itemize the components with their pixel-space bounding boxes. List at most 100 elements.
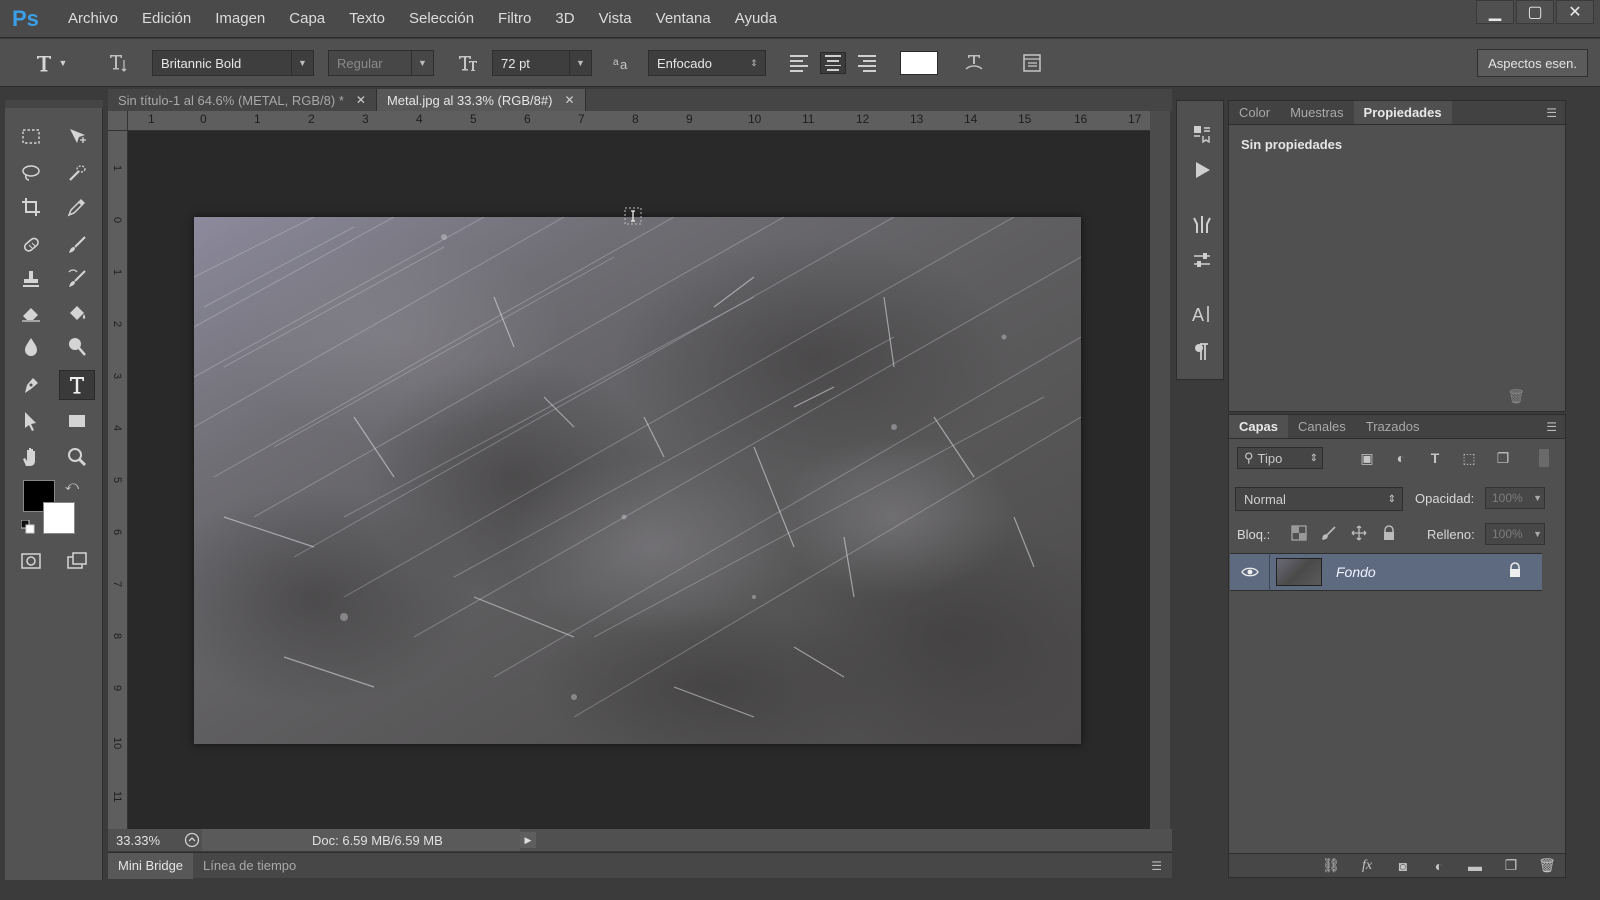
menu-texto[interactable]: Texto xyxy=(337,0,397,38)
hand-tool-icon[interactable] xyxy=(13,442,49,472)
lock-all-icon[interactable] xyxy=(1381,525,1399,543)
fill-input[interactable]: 100% ▼ xyxy=(1485,523,1545,545)
actions-panel-icon[interactable] xyxy=(1189,157,1215,183)
eraser-tool-icon[interactable] xyxy=(13,298,49,328)
brush-presets-icon[interactable] xyxy=(1189,211,1215,237)
move-tool-icon[interactable] xyxy=(59,122,95,152)
align-center-button[interactable] xyxy=(820,52,846,74)
filter-type-icon[interactable]: T xyxy=(1425,449,1445,467)
quick-mask-icon[interactable] xyxy=(13,546,49,576)
close-icon[interactable]: ✕ xyxy=(356,93,366,107)
history-panel-icon[interactable] xyxy=(1189,121,1215,147)
character-icon[interactable]: A xyxy=(1189,301,1215,327)
clone-stamp-tool-icon[interactable] xyxy=(13,264,49,294)
font-style-select[interactable]: Regular ▼ xyxy=(328,50,434,76)
type-tool-icon[interactable] xyxy=(59,370,95,400)
close-icon[interactable]: ✕ xyxy=(564,93,574,107)
screen-mode-icon[interactable] xyxy=(59,546,95,576)
add-mask-icon[interactable]: ◙ xyxy=(1385,858,1421,874)
restore-button[interactable]: ▢ xyxy=(1516,0,1554,24)
dodge-tool-icon[interactable] xyxy=(59,332,95,362)
tab-sin-titulo[interactable]: Sin título-1 al 64.6% (METAL, RGB/8) * ✕ xyxy=(108,89,377,111)
layer-name[interactable]: Fondo xyxy=(1336,564,1376,580)
layer-filter-select[interactable]: ⚲ Tipo ⇕ xyxy=(1237,447,1323,469)
delete-layer-icon[interactable]: 🗑 xyxy=(1529,857,1565,874)
menu-ventana[interactable]: Ventana xyxy=(644,0,723,38)
tab-color[interactable]: Color xyxy=(1229,101,1280,124)
share-icon[interactable] xyxy=(182,832,202,848)
layer-row[interactable]: Fondo xyxy=(1230,553,1542,591)
filter-image-icon[interactable]: ▣ xyxy=(1357,449,1377,467)
opacity-input[interactable]: 100% ▼ xyxy=(1485,487,1545,509)
crop-tool-icon[interactable] xyxy=(13,192,49,222)
character-panel-icon[interactable] xyxy=(1018,50,1046,76)
visibility-eye-icon[interactable] xyxy=(1230,553,1270,591)
tab-mini-bridge[interactable]: Mini Bridge xyxy=(108,852,194,879)
lock-transparent-icon[interactable] xyxy=(1291,525,1309,543)
menu-filtro[interactable]: Filtro xyxy=(486,0,543,38)
quick-selection-tool-icon[interactable] xyxy=(59,158,95,188)
align-left-button[interactable] xyxy=(786,52,812,74)
font-family-select[interactable]: Britannic Bold ▼ xyxy=(152,50,314,76)
menu-vista[interactable]: Vista xyxy=(587,0,644,38)
tab-propiedades[interactable]: Propiedades xyxy=(1353,101,1452,124)
healing-brush-tool-icon[interactable] xyxy=(13,230,49,260)
panel-menu-icon[interactable]: ☰ xyxy=(1538,415,1565,438)
blend-mode-select[interactable]: Normal ⇕ xyxy=(1235,487,1403,511)
vertical-scrollbar[interactable] xyxy=(1150,111,1170,829)
swap-colors-icon[interactable]: ⤺ xyxy=(65,478,81,494)
panel-menu-icon[interactable]: ☰ xyxy=(1151,859,1162,873)
align-right-button[interactable] xyxy=(854,52,880,74)
fx-icon[interactable]: fx xyxy=(1349,858,1385,874)
menu-seleccion[interactable]: Selección xyxy=(397,0,486,38)
font-size-select[interactable]: 72 pt ▼ xyxy=(492,50,592,76)
lasso-tool-icon[interactable] xyxy=(13,158,49,188)
ruler-origin[interactable] xyxy=(108,111,128,131)
warp-text-icon[interactable] xyxy=(960,50,988,76)
tab-muestras[interactable]: Muestras xyxy=(1280,101,1353,124)
minimize-button[interactable]: ▁ xyxy=(1476,0,1514,24)
rectangle-tool-icon[interactable] xyxy=(59,406,95,436)
close-button[interactable]: ✕ xyxy=(1556,0,1594,24)
new-group-icon[interactable]: ▬ xyxy=(1457,858,1493,874)
menu-capa[interactable]: Capa xyxy=(277,0,337,38)
background-color-swatch[interactable] xyxy=(43,502,75,534)
menu-edicion[interactable]: Edición xyxy=(130,0,203,38)
default-colors-icon[interactable] xyxy=(20,519,35,534)
menu-ayuda[interactable]: Ayuda xyxy=(723,0,789,38)
trash-icon[interactable]: 🗑 xyxy=(1507,388,1525,405)
menu-3d[interactable]: 3D xyxy=(543,0,586,38)
tab-linea-de-tiempo[interactable]: Línea de tiempo xyxy=(193,853,306,879)
adjustments-icon[interactable] xyxy=(1189,247,1215,273)
lock-pixels-icon[interactable] xyxy=(1321,525,1339,543)
text-orientation-icon[interactable] xyxy=(104,51,132,75)
tab-trazados[interactable]: Trazados xyxy=(1356,415,1430,438)
text-tool-preset-icon[interactable]: ▼ xyxy=(30,49,70,77)
anti-alias-select[interactable]: Enfocado ⇕ xyxy=(648,50,766,76)
filter-adjustment-icon[interactable]: ◐ xyxy=(1391,449,1411,467)
zoom-tool-icon[interactable] xyxy=(59,442,95,472)
workspace-switcher-button[interactable]: Aspectos esen. xyxy=(1477,49,1588,77)
adjustment-layer-icon[interactable]: ◐ xyxy=(1421,858,1457,874)
blur-tool-icon[interactable] xyxy=(13,332,49,362)
menu-imagen[interactable]: Imagen xyxy=(203,0,277,38)
tab-metal[interactable]: Metal.jpg al 33.3% (RGB/8#) ✕ xyxy=(376,89,586,111)
new-layer-icon[interactable]: ❐ xyxy=(1493,857,1529,874)
pen-tool-icon[interactable] xyxy=(13,370,49,400)
history-brush-tool-icon[interactable] xyxy=(59,264,95,294)
status-menu-arrow-icon[interactable]: ▶ xyxy=(520,832,536,848)
ruler-vertical[interactable]: 1 0 1 2 3 4 5 6 7 8 9 10 11 xyxy=(108,131,128,829)
path-selection-tool-icon[interactable] xyxy=(13,406,49,436)
ruler-horizontal[interactable]: 1 0 1 2 3 4 5 6 7 8 9 10 11 12 13 14 15 16 17 xyxy=(128,111,1150,131)
lock-position-icon[interactable] xyxy=(1351,525,1369,543)
eyedropper-tool-icon[interactable] xyxy=(59,192,95,222)
menu-archivo[interactable]: Archivo xyxy=(56,0,130,38)
link-layers-icon[interactable]: ⛓ xyxy=(1313,857,1349,874)
canvas-area[interactable] xyxy=(128,131,1150,829)
filter-shape-icon[interactable]: ⬚ xyxy=(1459,449,1479,467)
paint-bucket-tool-icon[interactable] xyxy=(59,298,95,328)
marquee-tool-icon[interactable] xyxy=(13,122,49,152)
filter-toggle[interactable] xyxy=(1539,449,1549,467)
filter-smart-object-icon[interactable]: ❐ xyxy=(1493,449,1513,467)
zoom-level[interactable]: 33.33% xyxy=(108,833,168,848)
